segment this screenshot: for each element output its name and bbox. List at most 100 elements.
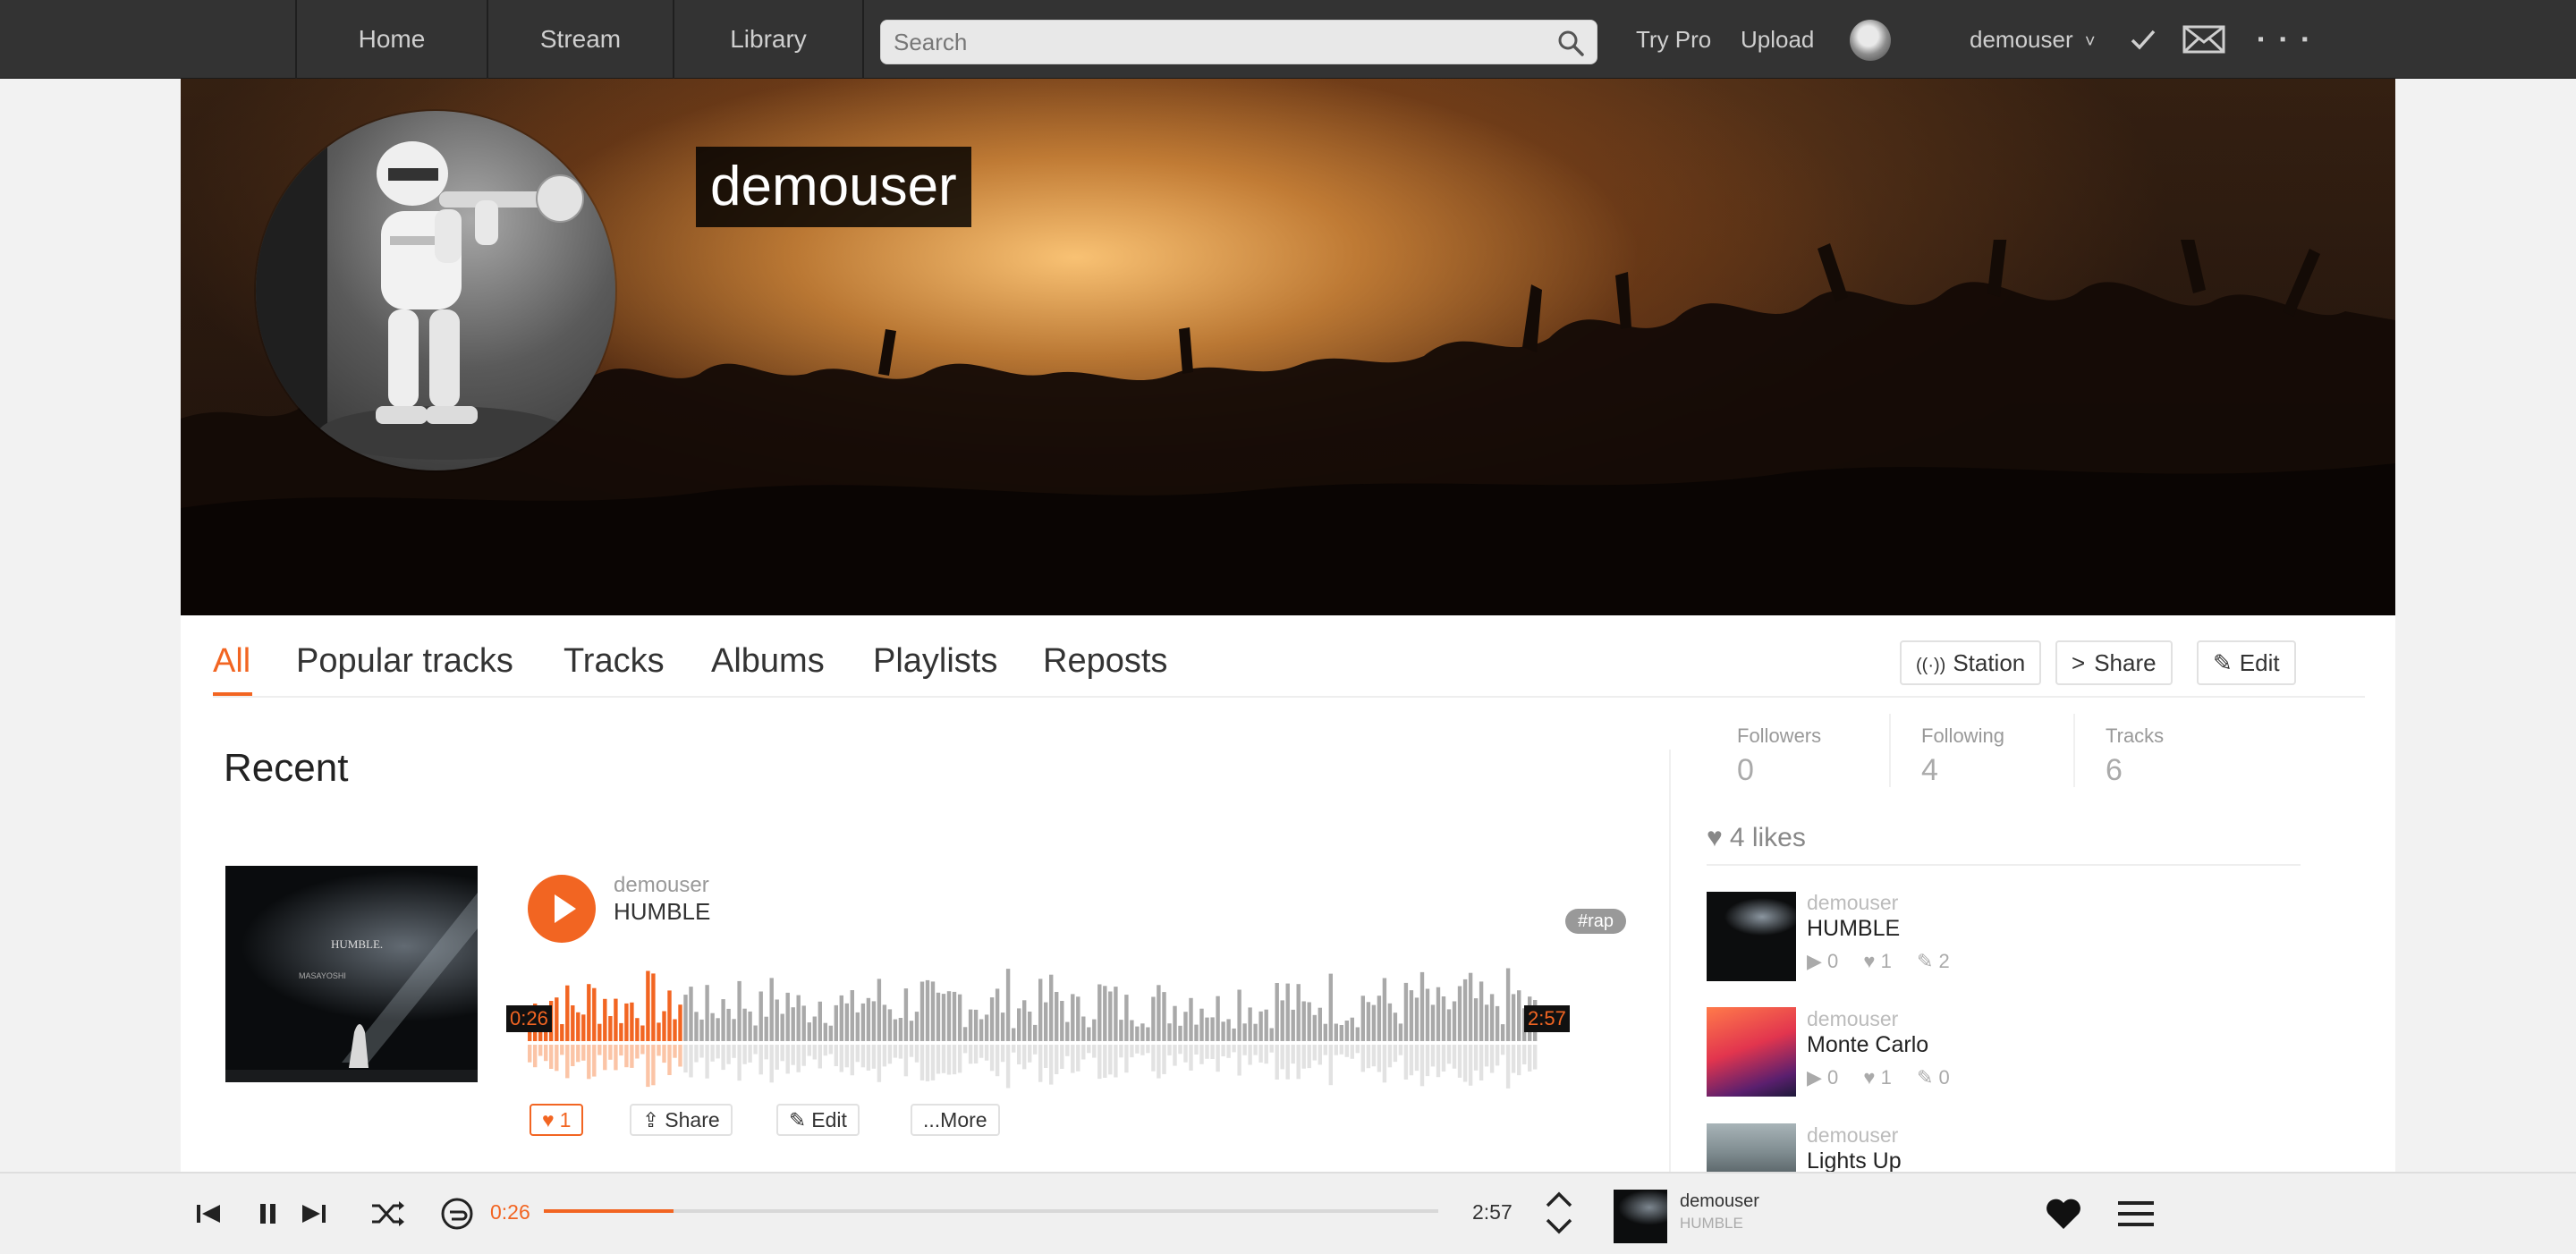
track-artist[interactable]: demouser (614, 873, 709, 898)
waveform-reflection-bar (565, 1045, 570, 1079)
waveform-bar (651, 973, 656, 1041)
profile-content: All Popular tracks Tracks Albums Playlis… (181, 615, 2395, 1172)
tracks-count[interactable]: 6 (2106, 753, 2123, 788)
next-track-icon[interactable] (301, 1199, 327, 1229)
tab-playlists[interactable]: Playlists (873, 642, 997, 681)
player-track-title[interactable]: HUMBLE (1680, 1215, 1743, 1233)
waveform-reflection-bar (678, 1045, 682, 1067)
previous-track-icon[interactable] (195, 1199, 222, 1229)
waveform-bar (1140, 1023, 1145, 1041)
track-title[interactable]: HUMBLE (614, 898, 710, 926)
player-artwork[interactable] (1614, 1190, 1667, 1243)
likes-header[interactable]: ♥ 4 likes (1707, 823, 1806, 853)
waveform-bar (775, 999, 779, 1041)
waveform-reflection-bar (726, 1045, 731, 1064)
genre-tag[interactable]: #rap (1565, 909, 1627, 934)
comment-count: 0 (1938, 1066, 1950, 1089)
edit-profile-button[interactable]: ✎ Edit (2197, 640, 2296, 685)
share-track-button[interactable]: ⇪ Share (630, 1104, 733, 1136)
followers-count[interactable]: 0 (1737, 753, 1754, 788)
waveform-bar (699, 1019, 704, 1041)
waveform-reflection-bar (1135, 1045, 1140, 1054)
waveform-reflection-bar (1242, 1045, 1247, 1055)
liked-track-artist[interactable]: demouser (1807, 1007, 1898, 1031)
waveform-bar (1221, 1021, 1225, 1041)
waveform-bar (946, 991, 952, 1041)
waveform-reflection-bar (1355, 1045, 1360, 1054)
expand-collapse-icon[interactable] (1544, 1190, 1574, 1236)
station-label: Station (1953, 649, 2026, 676)
waveform-bar (834, 1004, 838, 1041)
waveform-bar (571, 1005, 575, 1041)
liked-track-artist[interactable]: demouser (1807, 891, 1898, 915)
tab-reposts[interactable]: Reposts (1043, 642, 1167, 681)
like-heart-icon[interactable] (2045, 1197, 2082, 1231)
share-profile-button[interactable]: > Share (2055, 640, 2173, 685)
waveform-bar (1124, 995, 1129, 1041)
waveform-bar (640, 1025, 645, 1041)
waveform-bar (984, 1014, 989, 1041)
waveform-reflection-bar (1000, 1045, 1005, 1063)
waveform-reflection-bar (855, 1045, 860, 1063)
waveform-bar (587, 984, 591, 1041)
nav-home-link[interactable]: Home (297, 0, 487, 79)
waveform-bar (919, 981, 925, 1041)
profile-avatar[interactable] (256, 111, 615, 470)
waveform-bar (1033, 1024, 1038, 1041)
try-pro-link[interactable]: Try Pro (1636, 0, 1711, 79)
pause-icon[interactable] (258, 1199, 279, 1229)
liked-track-title[interactable]: Monte Carlo (1807, 1032, 1928, 1058)
tab-popular-tracks[interactable]: Popular tracks (296, 642, 513, 681)
shuffle-icon[interactable] (370, 1199, 406, 1229)
search-icon[interactable] (1557, 30, 1584, 56)
waveform-reflection-bar (1183, 1045, 1188, 1063)
tab-tracks[interactable]: Tracks (564, 642, 665, 681)
more-track-button[interactable]: ...More (911, 1104, 1000, 1136)
repeat-icon[interactable] (440, 1197, 474, 1231)
station-button[interactable]: ((·)) Station (1900, 640, 2042, 685)
waveform-bar (791, 1007, 795, 1041)
waveform-bar (1162, 992, 1166, 1041)
like-button[interactable]: ♥ 1 (530, 1104, 584, 1136)
tab-albums[interactable]: Albums (711, 642, 825, 681)
liked-track-artwork[interactable] (1707, 1007, 1796, 1097)
waveform-bar (721, 999, 725, 1041)
following-count[interactable]: 4 (1921, 753, 1938, 788)
waveform-bar (801, 1005, 806, 1041)
nav-stream-link[interactable]: Stream (488, 0, 673, 79)
more-menu-icon[interactable]: ▪ ▪ ▪ (2258, 0, 2313, 79)
search-input[interactable] (894, 21, 1520, 64)
player-artist[interactable]: demouser (1680, 1191, 1759, 1212)
nav-library-link[interactable]: Library (674, 0, 862, 79)
user-menu-button[interactable]: demouser ˅ (1970, 0, 2096, 79)
user-avatar[interactable] (1850, 20, 1891, 61)
tab-all[interactable]: All (213, 642, 250, 681)
waveform-bar (1339, 1025, 1343, 1041)
waveform-bar (1114, 987, 1118, 1041)
track-artwork[interactable]: HUMBLE. MASAYOSHI (225, 866, 478, 1082)
liked-track-artist[interactable]: demouser (1807, 1123, 1898, 1148)
queue-menu-icon[interactable] (2118, 1199, 2154, 1229)
messages-envelope-icon[interactable] (2182, 23, 2225, 55)
play-button[interactable] (528, 875, 596, 943)
waveform-reflection-bar (1280, 1045, 1284, 1070)
robot-trumpet-image (256, 111, 584, 470)
heart-icon: ♥ (542, 1108, 555, 1131)
waveform-reflection-bar (1258, 1045, 1263, 1063)
edit-track-button[interactable]: ✎ Edit (776, 1104, 860, 1136)
waveform-reflection-bar (753, 1045, 758, 1055)
notifications-check-icon[interactable] (2129, 23, 2157, 55)
waveform-bar (1344, 1021, 1349, 1041)
player-current-time: 0:26 (490, 1200, 530, 1224)
liked-track-title[interactable]: HUMBLE (1807, 916, 1900, 942)
liked-track-artwork[interactable] (1707, 892, 1796, 981)
liked-track-artwork[interactable] (1707, 1123, 1796, 1172)
edit-profile-label: Edit (2239, 649, 2280, 676)
player-progress-bar[interactable] (544, 1209, 1438, 1213)
upload-link[interactable]: Upload (1741, 0, 1814, 79)
waveform-bar (1366, 1002, 1371, 1041)
liked-track-title[interactable]: Lights Up (1807, 1148, 1902, 1172)
share-icon: ⇪ (642, 1108, 660, 1131)
waveform-reflection-bar (1291, 1045, 1295, 1064)
waveform-bar (737, 980, 741, 1041)
